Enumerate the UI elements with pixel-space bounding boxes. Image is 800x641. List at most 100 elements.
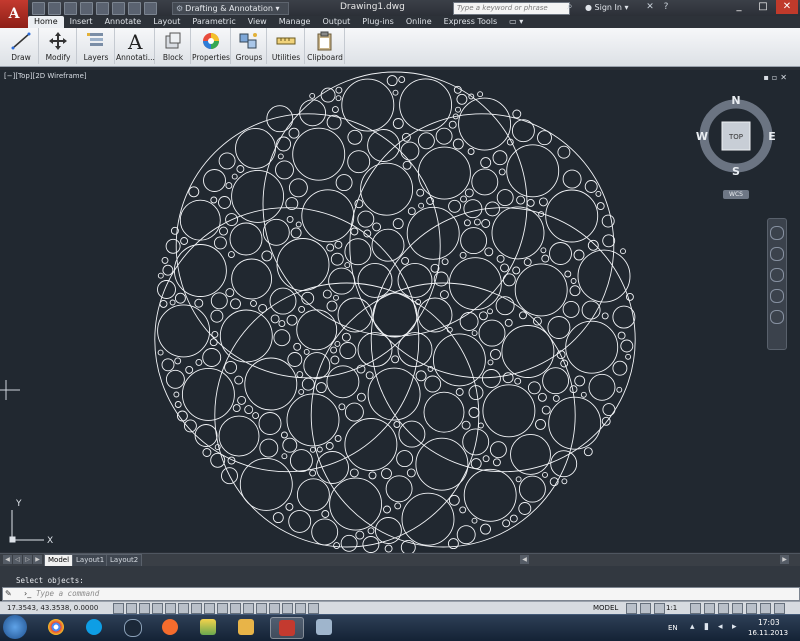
drawing-circle bbox=[601, 416, 611, 426]
ducs-icon[interactable] bbox=[204, 603, 215, 614]
3d-osnap-icon[interactable] bbox=[178, 603, 189, 614]
calculator-taskbar-icon[interactable] bbox=[308, 617, 340, 637]
lock-toolbar-icon[interactable] bbox=[718, 603, 729, 614]
annotation-scale-icon[interactable] bbox=[654, 603, 665, 614]
object-snap-icon[interactable] bbox=[165, 603, 176, 614]
steering-wheel-icon[interactable] bbox=[770, 226, 784, 240]
lineweight-icon[interactable] bbox=[230, 603, 241, 614]
object-snap-tracking-icon[interactable] bbox=[191, 603, 202, 614]
layout-tab-model[interactable]: Model bbox=[44, 554, 74, 566]
annotation-visibility-icon[interactable] bbox=[690, 603, 701, 614]
layout-tab-layout1[interactable]: Layout1 bbox=[72, 554, 109, 566]
quick-properties-icon[interactable] bbox=[256, 603, 267, 614]
flag-icon[interactable]: ▸ bbox=[732, 622, 737, 632]
drawing-circle bbox=[577, 249, 631, 303]
viewcube-top-face[interactable]: TOP bbox=[728, 133, 743, 141]
selection-cycling-icon[interactable] bbox=[269, 603, 280, 614]
clean-screen-icon[interactable] bbox=[774, 603, 785, 614]
viewport-window-controls[interactable]: ▪▫✕ bbox=[763, 73, 790, 82]
drawing-circle bbox=[334, 435, 342, 442]
compass-south[interactable]: S bbox=[732, 165, 740, 178]
command-line-input[interactable] bbox=[2, 587, 800, 601]
drawing-circle bbox=[174, 357, 182, 365]
layout-tab-layout2[interactable]: Layout2 bbox=[106, 554, 143, 566]
wrench-customize-icon[interactable]: ✎ bbox=[5, 589, 12, 598]
drawing-circle bbox=[401, 256, 410, 265]
drawing-circle bbox=[231, 169, 285, 223]
navigation-bar[interactable] bbox=[767, 218, 787, 350]
drawing-circle bbox=[511, 119, 535, 143]
hardware-acceleration-icon[interactable] bbox=[308, 603, 319, 614]
utility-taskbar-icon[interactable] bbox=[192, 617, 224, 637]
grid-display-icon[interactable] bbox=[126, 603, 137, 614]
drawing-circle bbox=[458, 97, 512, 151]
wcs-menu[interactable]: WCS bbox=[723, 190, 749, 199]
zoom-icon[interactable] bbox=[770, 268, 784, 282]
compass-north[interactable]: N bbox=[731, 94, 740, 107]
command-placeholder: Type a command bbox=[36, 589, 100, 598]
drawing-circle bbox=[580, 391, 587, 398]
coordinate-readout[interactable]: 17.3543, 43.3538, 0.0000 bbox=[7, 604, 98, 612]
file-explorer-taskbar-icon[interactable] bbox=[230, 617, 262, 637]
drawing-circle bbox=[289, 449, 313, 473]
windows-start-button[interactable] bbox=[3, 615, 27, 639]
drawing-circle bbox=[335, 95, 342, 102]
workspace-switching-icon[interactable] bbox=[704, 603, 715, 614]
transparency-icon[interactable] bbox=[243, 603, 254, 614]
drawing-circle bbox=[154, 207, 420, 473]
drawing-circle bbox=[341, 332, 351, 342]
drawing-circle bbox=[334, 240, 343, 249]
horizontal-scroll-left[interactable]: ◀ bbox=[520, 555, 529, 564]
orbit-icon[interactable] bbox=[770, 289, 784, 303]
tray-expand-icon[interactable]: ▴ bbox=[690, 622, 695, 632]
drawing-circle bbox=[441, 258, 449, 266]
pan-icon[interactable] bbox=[770, 247, 784, 261]
dynamic-input-icon[interactable] bbox=[217, 603, 228, 614]
drawing-circle bbox=[339, 342, 357, 359]
drawing-circle bbox=[496, 254, 505, 263]
next-layout-button[interactable]: ▷ bbox=[23, 555, 32, 564]
annotation-scale-value[interactable]: 1:1 bbox=[666, 604, 677, 612]
snap-mode-icon[interactable] bbox=[113, 603, 124, 614]
language-indicator[interactable]: EN bbox=[668, 624, 678, 632]
drawing-circle bbox=[210, 292, 228, 310]
compass-east[interactable]: E bbox=[768, 130, 776, 143]
drawing-circle bbox=[219, 309, 273, 363]
drawing-circle bbox=[617, 331, 626, 340]
compass-west[interactable]: W bbox=[696, 130, 708, 143]
annotation-monitor-icon[interactable] bbox=[282, 603, 293, 614]
drawing-circle bbox=[356, 392, 366, 402]
polar-tracking-icon[interactable] bbox=[152, 603, 163, 614]
viewport-controls-label[interactable]: [−][Top][2D Wireframe] bbox=[4, 72, 87, 80]
network-icon[interactable]: ▮ bbox=[704, 622, 709, 632]
autocad-taskbar-icon[interactable] bbox=[270, 617, 304, 639]
drawing-circle bbox=[250, 299, 257, 307]
horizontal-scroll-right[interactable]: ▶ bbox=[780, 555, 789, 564]
quick-view-layouts-icon[interactable] bbox=[626, 603, 637, 614]
clock-date[interactable]: 16.11.2013 bbox=[748, 629, 788, 637]
showmotion-icon[interactable] bbox=[770, 310, 784, 324]
skype-taskbar-icon[interactable] bbox=[78, 617, 110, 637]
hardware-icon[interactable] bbox=[732, 603, 743, 614]
steam-taskbar-icon[interactable] bbox=[116, 617, 148, 637]
chrome-taskbar-icon[interactable] bbox=[40, 617, 72, 637]
drawing-circle bbox=[165, 369, 185, 389]
drawing-circle bbox=[392, 218, 404, 230]
model-space-toggle[interactable]: MODEL bbox=[593, 604, 618, 612]
layout-tab-bar: ◀ ◁ ▷ ▶ Model Layout1 Layout2 ◀ ▶ bbox=[0, 553, 800, 566]
first-layout-button[interactable]: ◀ bbox=[3, 555, 12, 564]
quick-view-drawings-icon[interactable] bbox=[640, 603, 651, 614]
last-layout-button[interactable]: ▶ bbox=[33, 555, 42, 564]
ortho-mode-icon[interactable] bbox=[139, 603, 150, 614]
drawing-circle bbox=[460, 195, 467, 203]
isolate-icon[interactable] bbox=[746, 603, 757, 614]
origin-taskbar-icon[interactable] bbox=[154, 617, 186, 637]
volume-icon[interactable]: ◂ bbox=[718, 622, 723, 632]
previous-layout-button[interactable]: ◁ bbox=[13, 555, 22, 564]
drawing-circle bbox=[299, 99, 327, 127]
clock-time[interactable]: 17:03 bbox=[758, 618, 780, 627]
drawing-circle bbox=[344, 418, 398, 471]
drawing-circle bbox=[400, 141, 420, 161]
status-bar-menu-icon[interactable] bbox=[760, 603, 771, 614]
isolate-objects-icon[interactable] bbox=[295, 603, 306, 614]
